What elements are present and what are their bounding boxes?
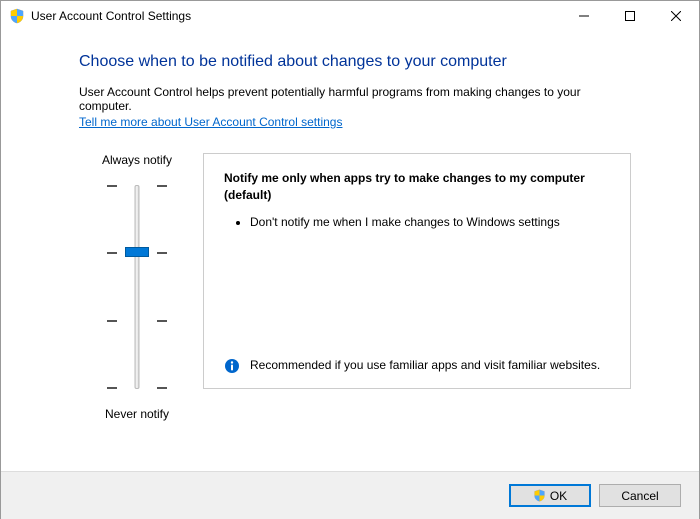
close-button[interactable] bbox=[653, 1, 699, 31]
ok-button-label: OK bbox=[550, 489, 567, 503]
slider-label-bottom: Never notify bbox=[105, 407, 169, 421]
titlebar: User Account Control Settings bbox=[1, 1, 699, 31]
uac-shield-icon bbox=[533, 489, 546, 502]
info-list: Don't notify me when I make changes to W… bbox=[224, 214, 610, 237]
slider-tick bbox=[107, 387, 167, 389]
page-heading: Choose when to be notified about changes… bbox=[79, 53, 631, 71]
main-layout: Always notify Never notify Notify me onl… bbox=[79, 153, 631, 421]
minimize-button[interactable] bbox=[561, 1, 607, 31]
info-recommendation: Recommended if you use familiar apps and… bbox=[250, 357, 600, 374]
cancel-button[interactable]: Cancel bbox=[599, 484, 681, 507]
window-title: User Account Control Settings bbox=[31, 9, 561, 23]
slider-track bbox=[135, 185, 140, 389]
info-panel: Notify me only when apps try to make cha… bbox=[203, 153, 631, 389]
learn-more-link[interactable]: Tell me more about User Account Control … bbox=[79, 115, 342, 129]
slider-column: Always notify Never notify bbox=[79, 153, 195, 421]
dialog-footer: OK Cancel bbox=[1, 471, 699, 519]
window-controls bbox=[561, 1, 699, 31]
notification-slider[interactable] bbox=[107, 177, 167, 397]
slider-tick bbox=[107, 185, 167, 187]
slider-tick bbox=[107, 320, 167, 322]
slider-label-top: Always notify bbox=[102, 153, 172, 167]
uac-shield-icon bbox=[9, 8, 25, 24]
content-area: Choose when to be notified about changes… bbox=[1, 31, 699, 421]
info-footer: Recommended if you use familiar apps and… bbox=[224, 357, 610, 374]
ok-button[interactable]: OK bbox=[509, 484, 591, 507]
info-bullet: Don't notify me when I make changes to W… bbox=[250, 214, 610, 231]
page-description: User Account Control helps prevent poten… bbox=[79, 85, 631, 113]
info-title: Notify me only when apps try to make cha… bbox=[224, 170, 610, 204]
info-icon bbox=[224, 358, 240, 374]
maximize-button[interactable] bbox=[607, 1, 653, 31]
cancel-button-label: Cancel bbox=[621, 489, 658, 503]
slider-thumb[interactable] bbox=[125, 247, 149, 257]
